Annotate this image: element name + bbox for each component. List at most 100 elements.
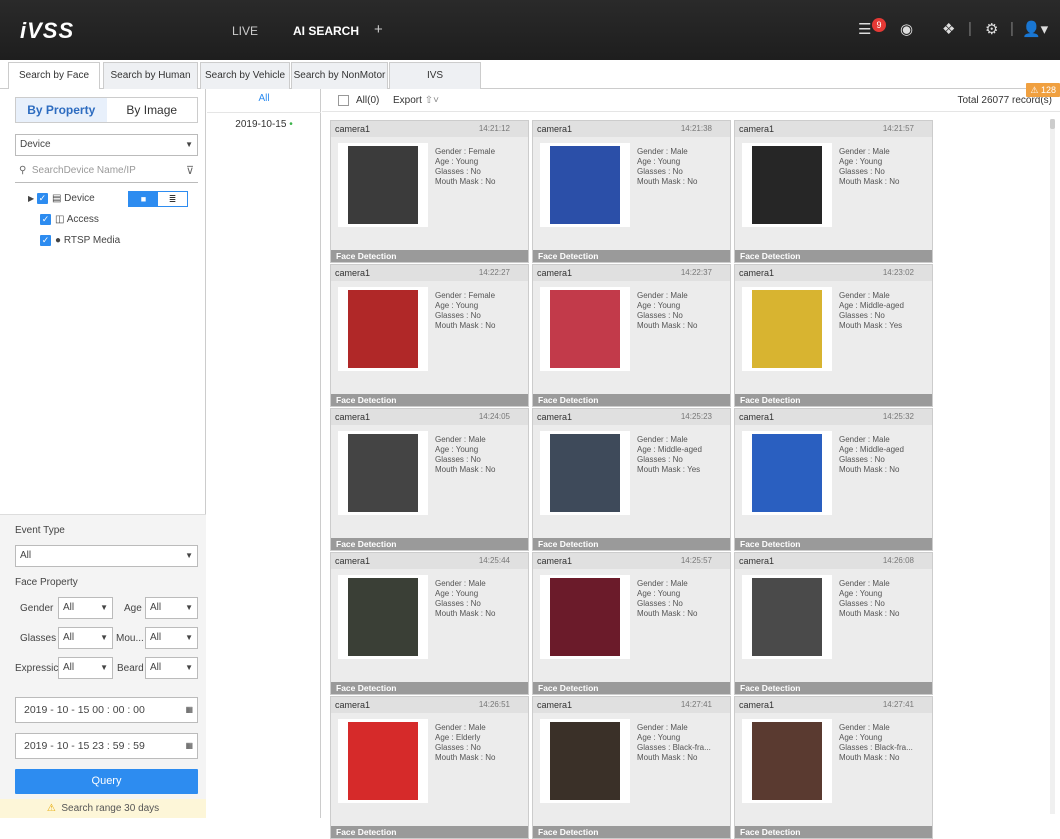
face-attributes: Gender : Male Age : Young Glasses : No Mout…	[435, 579, 495, 619]
query-button[interactable]: Query	[15, 769, 198, 794]
result-card[interactable]: camera1 14:25:23 Gender : Male Age : Middle…	[532, 408, 731, 551]
alarm-badge[interactable]: ⚠ 128	[1026, 83, 1060, 97]
start-time-input[interactable]: 2019 - 10 - 15 00 : 00 : 00 ▦	[15, 697, 198, 723]
face-image	[752, 146, 822, 224]
result-card[interactable]: camera1 14:25:57 Gender : Male Age : Young G…	[532, 552, 731, 695]
tree-item-rtsp-media[interactable]: ✓ ● RTSP Media	[40, 233, 120, 249]
face-attributes: Gender : Male Age : Young Glasses : No Mout…	[637, 147, 697, 187]
event-type-select[interactable]: All ▼	[15, 545, 198, 567]
face-snapshot[interactable]	[742, 719, 832, 803]
face-image	[550, 578, 620, 656]
face-snapshot[interactable]	[742, 143, 832, 227]
device-search-input[interactable]: ⚲ SearchDevice Name/IP ⊽	[15, 161, 198, 183]
camera-view-icon[interactable]: ■	[129, 192, 158, 206]
tab-ivs[interactable]: IVS	[389, 62, 481, 89]
face-snapshot[interactable]	[540, 287, 630, 371]
card-header: camera1 14:21:57	[735, 121, 932, 137]
face-snapshot[interactable]	[540, 719, 630, 803]
camera-name: camera1	[335, 556, 371, 566]
face-snapshot[interactable]	[338, 143, 428, 227]
tab-ai-search[interactable]: AI SEARCH	[293, 24, 360, 63]
beard-select[interactable]: All ▼	[145, 657, 198, 679]
tree-item-access[interactable]: ✓ ◫ Access	[40, 212, 99, 228]
result-card[interactable]: camera1 14:21:12 Gender : Female Age : Youn…	[330, 120, 529, 263]
add-tab-button[interactable]: +	[374, 21, 383, 38]
card-header: camera1 14:23:02	[735, 265, 932, 281]
settings-icon[interactable]: ⚙	[985, 20, 998, 38]
mouth-mask-select[interactable]: All ▼	[145, 627, 198, 649]
result-card[interactable]: camera1 14:22:27 Gender : Female Age : Youn…	[330, 264, 529, 407]
face-snapshot[interactable]	[338, 287, 428, 371]
card-header: camera1 14:26:51	[331, 697, 528, 713]
face-snapshot[interactable]	[742, 575, 832, 659]
camera-name: camera1	[537, 556, 573, 566]
checkbox[interactable]: ✓	[40, 213, 51, 225]
tab-search-by-human[interactable]: Search by Human	[103, 62, 198, 89]
glasses-attr: Glasses : Black-fra...	[637, 743, 711, 752]
select-value: All	[150, 632, 162, 643]
checkbox[interactable]: ✓	[36, 192, 48, 204]
face-attributes: Gender : Male Age : Middle-aged Glasses : …	[839, 291, 904, 331]
age-attr: Age : Middle-aged	[637, 445, 702, 454]
by-image-button[interactable]: By Image	[107, 98, 198, 122]
tab-search-by-face[interactable]: Search by Face	[8, 62, 100, 90]
expression-select[interactable]: All ▼	[58, 657, 113, 679]
face-attributes: Gender : Male Age : Young Glasses : No Mout…	[435, 435, 495, 475]
glasses-select[interactable]: All ▼	[58, 627, 113, 649]
face-snapshot[interactable]	[540, 143, 630, 227]
result-card[interactable]: camera1 14:25:32 Gender : Male Age : Middle…	[734, 408, 933, 551]
result-card[interactable]: camera1 14:23:02 Gender : Male Age : Middle…	[734, 264, 933, 407]
alarm-icon[interactable]: ◉	[900, 20, 913, 38]
checkbox[interactable]: ✓	[40, 234, 51, 246]
age-attr: Age : Young	[839, 733, 883, 742]
by-property-button[interactable]: By Property	[16, 98, 107, 122]
end-time-input[interactable]: 2019 - 10 - 15 23 : 59 : 59 ▦	[15, 733, 198, 759]
tree-item-device[interactable]: ▶ ✓ ▤ Device	[28, 191, 95, 207]
glasses-attr: Glasses : Black-fra...	[839, 743, 913, 752]
gender-select[interactable]: All ▼	[58, 597, 113, 619]
tab-search-by-vehicle[interactable]: Search by Vehicle	[200, 62, 290, 89]
export-button[interactable]: Export ⇧˅	[393, 89, 439, 112]
face-attributes: Gender : Male Age : Elderly Glasses : No Mo…	[435, 723, 495, 763]
card-footer: Face Detection	[735, 826, 932, 838]
gender-attr: Gender : Male	[637, 435, 688, 444]
face-attributes: Gender : Male Age : Young Glasses : No Mout…	[637, 291, 697, 331]
capture-time: 14:26:08	[882, 556, 914, 565]
select-all-checkbox[interactable]	[338, 95, 349, 106]
scrollbar[interactable]	[1050, 119, 1055, 814]
result-card[interactable]: camera1 14:25:44 Gender : Male Age : Young G…	[330, 552, 529, 695]
age-select[interactable]: All ▼	[145, 597, 198, 619]
result-card[interactable]: camera1 14:21:57 Gender : Male Age : Young G…	[734, 120, 933, 263]
result-card[interactable]: camera1 14:22:37 Gender : Male Age : Young G…	[532, 264, 731, 407]
date-all[interactable]: All	[207, 93, 321, 104]
result-card[interactable]: camera1 14:24:05 Gender : Male Age : Young G…	[330, 408, 529, 551]
calendar-icon[interactable]: ▦	[185, 734, 193, 758]
result-card[interactable]: camera1 14:26:08 Gender : Male Age : Young G…	[734, 552, 933, 695]
face-snapshot[interactable]	[338, 719, 428, 803]
result-card[interactable]: camera1 14:21:38 Gender : Male Age : Young G…	[532, 120, 731, 263]
tab-search-by-nonmotor[interactable]: Search by NonMotor	[291, 62, 388, 89]
network-icon[interactable]: ❖	[942, 20, 955, 38]
face-snapshot[interactable]	[338, 431, 428, 515]
camera-name: camera1	[739, 124, 775, 134]
list-view-icon[interactable]: ≣	[158, 192, 187, 206]
face-snapshot[interactable]	[338, 575, 428, 659]
card-footer: Face Detection	[735, 538, 932, 550]
chevron-down-icon: ▼	[185, 551, 193, 560]
tab-live[interactable]: LIVE	[232, 24, 258, 38]
date-item[interactable]: 2019-10-15 •	[207, 112, 321, 130]
search-mode-toggle: By Property By Image	[15, 97, 198, 123]
face-snapshot[interactable]	[540, 575, 630, 659]
face-image	[550, 146, 620, 224]
expand-icon[interactable]: ▶	[28, 194, 34, 203]
face-snapshot[interactable]	[742, 287, 832, 371]
scrollbar-thumb[interactable]	[1050, 119, 1055, 129]
user-icon[interactable]: 👤▾	[1022, 20, 1048, 38]
event-list-icon[interactable]: ☰	[858, 20, 871, 38]
face-snapshot[interactable]	[540, 431, 630, 515]
filter-icon[interactable]: ⊽	[186, 161, 194, 181]
device-select[interactable]: Device ▼	[15, 134, 198, 156]
face-snapshot[interactable]	[742, 431, 832, 515]
calendar-icon[interactable]: ▦	[185, 698, 193, 722]
face-image	[752, 290, 822, 368]
